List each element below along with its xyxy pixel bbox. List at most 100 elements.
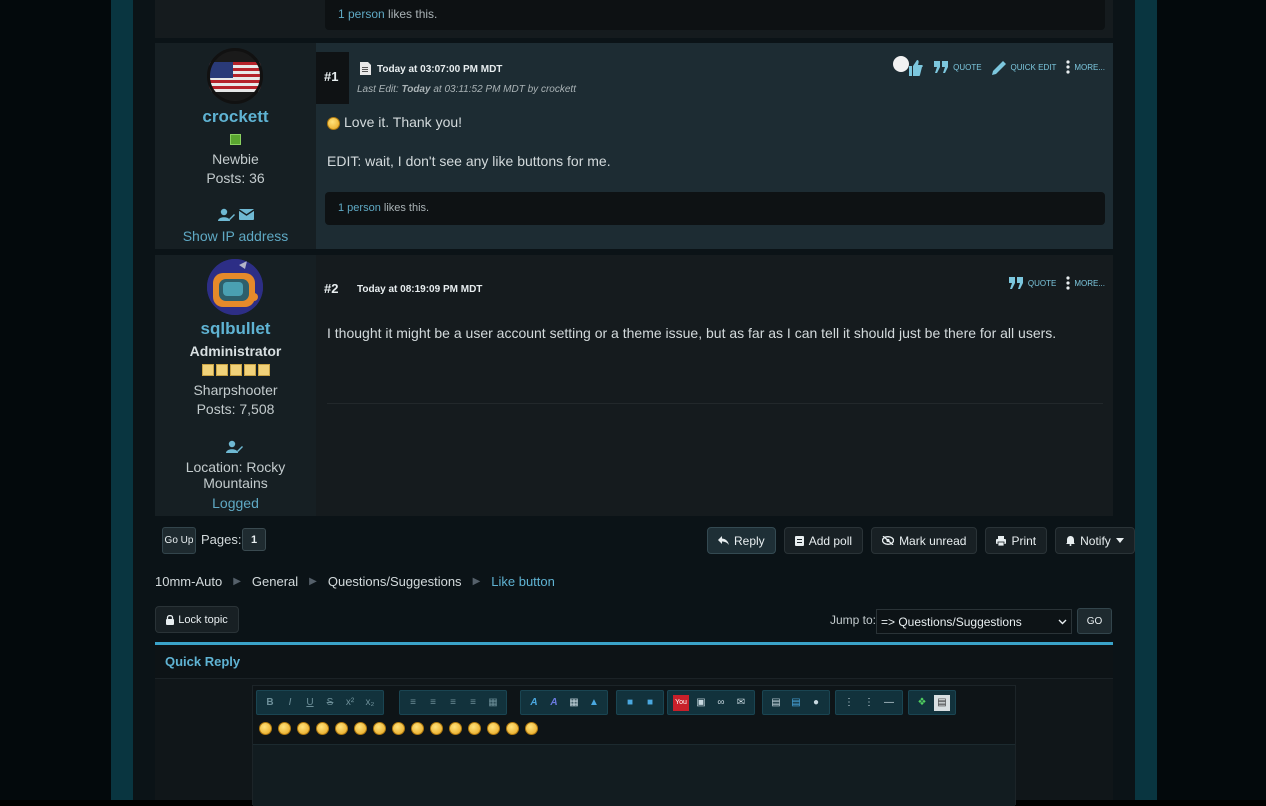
- star-icon: [202, 364, 214, 376]
- post-likes: 1 person likes this.: [325, 192, 1105, 225]
- breadcrumb-item-board[interactable]: 10mm-Auto: [155, 574, 222, 589]
- smiley-icon[interactable]: [259, 722, 272, 735]
- float-right-icon[interactable]: ■: [642, 695, 658, 711]
- post-number[interactable]: #2: [316, 264, 349, 316]
- align-left-icon[interactable]: ≡: [405, 695, 421, 711]
- source-icon[interactable]: ▤: [934, 694, 950, 711]
- toolbar-view-group: ❖ ▤: [908, 690, 956, 715]
- youtube-icon[interactable]: You: [673, 694, 689, 711]
- likes-text: likes this.: [380, 202, 430, 214]
- pages-label: Pages:: [201, 532, 242, 547]
- link-icon[interactable]: ∞: [713, 695, 729, 711]
- username[interactable]: sqlbullet: [155, 319, 316, 339]
- superscript-icon[interactable]: x²: [342, 695, 358, 711]
- breadcrumb-item-forum[interactable]: Questions/Suggestions: [328, 574, 462, 589]
- email-icon[interactable]: [239, 208, 254, 220]
- post-date[interactable]: Today at 03:07:00 PM MDT: [377, 64, 502, 75]
- align-right-icon[interactable]: ≡: [445, 695, 461, 711]
- align-center-icon[interactable]: ≡: [425, 695, 441, 711]
- jump-to-label: Jump to:: [830, 613, 877, 627]
- tongue-icon[interactable]: [449, 722, 462, 735]
- avatar[interactable]: [207, 48, 263, 104]
- likes-person-link[interactable]: 1 person: [338, 202, 381, 214]
- online-status: Logged: [212, 495, 259, 511]
- post-number[interactable]: #1: [316, 52, 349, 104]
- underline-icon[interactable]: U: [302, 695, 318, 711]
- breadcrumb: 10mm-Auto ▶ General ▶ Questions/Suggesti…: [155, 574, 555, 589]
- pre-icon[interactable]: ▦: [485, 695, 501, 711]
- image-icon[interactable]: ▣: [693, 695, 709, 711]
- angry-icon[interactable]: [335, 722, 348, 735]
- wink-icon[interactable]: [278, 722, 291, 735]
- post-count: Posts: 7,508: [196, 401, 275, 417]
- ftp-icon[interactable]: ▤: [768, 695, 784, 711]
- post-text: I thought it might be a user account set…: [327, 325, 1057, 341]
- quick-reply-title[interactable]: Quick Reply: [155, 645, 1113, 679]
- huh-icon[interactable]: [411, 722, 424, 735]
- subscript-icon[interactable]: x₂: [362, 695, 378, 711]
- bold-icon[interactable]: B: [262, 695, 278, 711]
- quote-button[interactable]: QUOTE: [934, 61, 982, 73]
- add-poll-button[interactable]: Add poll: [783, 527, 864, 554]
- sad-icon[interactable]: [354, 722, 367, 735]
- avatar[interactable]: [207, 259, 263, 315]
- like-button[interactable]: [892, 56, 924, 78]
- quote-label: QUOTE: [953, 62, 982, 72]
- breadcrumb-separator-icon: ▶: [233, 576, 241, 587]
- more-button[interactable]: MORE...: [1066, 60, 1105, 74]
- grin-icon[interactable]: [316, 722, 329, 735]
- profile-icon[interactable]: [218, 208, 235, 222]
- float-left-icon[interactable]: ■: [622, 695, 638, 711]
- post-actions: QUOTE MORE...: [1008, 276, 1105, 290]
- breadcrumb-separator-icon: ▶: [309, 576, 317, 587]
- more-button[interactable]: MORE...: [1066, 276, 1105, 290]
- color-icon[interactable]: ▲: [586, 695, 602, 711]
- last-edit-prefix: Last Edit:: [357, 84, 402, 95]
- reply-button[interactable]: Reply: [707, 527, 776, 554]
- post-date[interactable]: Today at 08:19:09 PM MDT: [357, 284, 482, 295]
- likes-person-link[interactable]: 1 person: [338, 7, 385, 21]
- quote-button[interactable]: QUOTE: [1008, 277, 1056, 289]
- ordered-list-icon[interactable]: ⋮: [861, 695, 877, 711]
- bullet-list-icon[interactable]: ⋮: [841, 695, 857, 711]
- font-face-icon[interactable]: A: [526, 695, 542, 711]
- cool-icon[interactable]: [392, 722, 405, 735]
- current-page[interactable]: 1: [242, 528, 266, 551]
- code-icon[interactable]: ▤: [788, 695, 804, 711]
- email-icon[interactable]: ✉: [733, 695, 749, 711]
- print-button[interactable]: Print: [985, 527, 1048, 554]
- breadcrumb-separator-icon: ▶: [472, 576, 481, 587]
- kiss-icon[interactable]: [525, 722, 538, 735]
- caret-down-icon: [1115, 538, 1124, 543]
- go-up-button[interactable]: Go Up: [162, 527, 196, 554]
- lips-sealed-icon[interactable]: [487, 722, 500, 735]
- roll-eyes-icon[interactable]: [430, 722, 443, 735]
- breadcrumb-item-topic[interactable]: Like button: [491, 574, 555, 589]
- quote-bubble-icon[interactable]: ●: [808, 695, 824, 711]
- strike-icon[interactable]: S: [322, 695, 338, 711]
- profile-icon[interactable]: [226, 440, 243, 454]
- font-size-icon[interactable]: A: [546, 695, 562, 711]
- show-ip-link[interactable]: Show IP address: [155, 228, 316, 244]
- reply-textarea[interactable]: [253, 744, 1015, 806]
- maximize-icon[interactable]: ❖: [914, 695, 930, 711]
- member-group: Administrator: [189, 343, 282, 359]
- justify-icon[interactable]: ≡: [465, 695, 481, 711]
- italic-icon[interactable]: I: [282, 695, 298, 711]
- breadcrumb-item-category[interactable]: General: [252, 574, 298, 589]
- cheesy-icon[interactable]: [297, 722, 310, 735]
- username[interactable]: crockett: [155, 107, 316, 127]
- table-icon[interactable]: ▦: [566, 695, 582, 711]
- mark-unread-button[interactable]: Mark unread: [871, 527, 978, 554]
- go-button[interactable]: GO: [1077, 608, 1112, 634]
- undecided-icon[interactable]: [506, 722, 519, 735]
- shocked-icon[interactable]: [373, 722, 386, 735]
- post-2: sqlbullet Administrator Sharpshooter Pos…: [155, 255, 1113, 516]
- jump-to-select[interactable]: => Questions/Suggestions: [876, 609, 1072, 634]
- embarrassed-icon[interactable]: [468, 722, 481, 735]
- lock-topic-button[interactable]: Lock topic: [155, 606, 239, 633]
- horizontal-rule-icon[interactable]: —: [881, 695, 897, 711]
- quick-edit-button[interactable]: QUICK EDIT: [991, 60, 1056, 75]
- mark-unread-label: Mark unread: [899, 533, 967, 548]
- notify-button[interactable]: Notify: [1055, 527, 1135, 554]
